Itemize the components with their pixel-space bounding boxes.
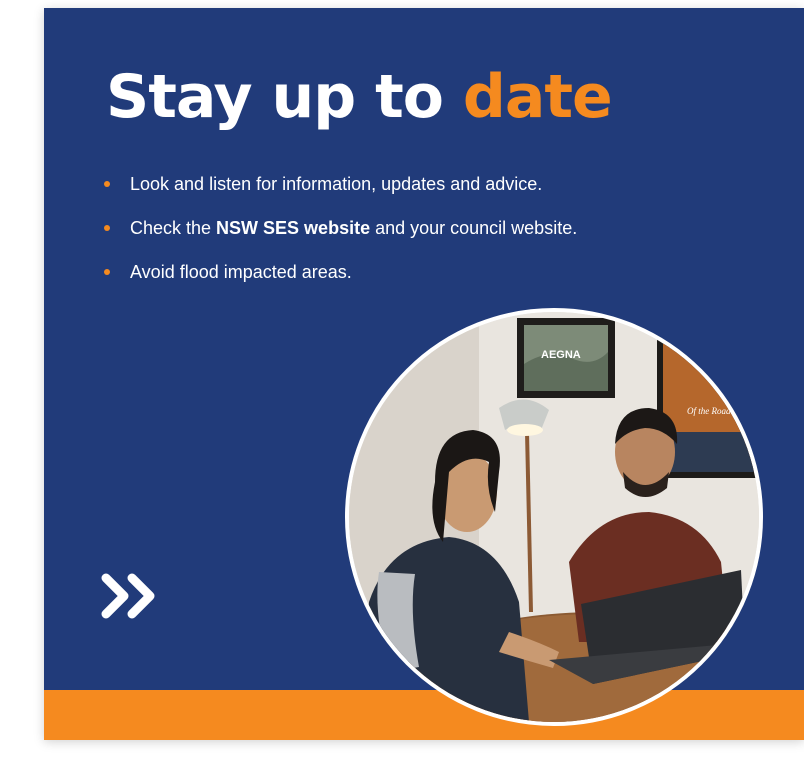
list-item: Look and listen for information, updates… [102,172,577,196]
nsw-ses-website-link[interactable]: NSW SES website [216,218,370,238]
page-title: Stay up to date [106,62,613,132]
advice-list: Look and listen for information, updates… [102,172,577,304]
title-accent: date [462,62,613,132]
photo-two-men-laptop: AEGNA Of the Road [345,308,763,726]
bullet-dot-icon [104,269,110,275]
bottom-accent-bar [44,690,804,740]
list-item-text-pre: Check the [130,218,217,238]
poster2-text: Of the Road [687,406,731,416]
double-chevron-right-icon[interactable] [100,570,162,622]
photo-illustration: AEGNA Of the Road [349,312,759,722]
list-item-text: Look and listen for information, updates… [130,174,543,194]
title-main: Stay up to [106,62,463,132]
flood-info-card: Stay up to date Look and listen for info… [44,8,804,740]
list-item: Check the NSW SES website and your counc… [102,216,577,240]
poster-text: AEGNA [541,349,581,361]
list-item-text: Avoid flood impacted areas. [130,262,352,282]
list-item: Avoid flood impacted areas. [102,260,577,284]
bullet-dot-icon [104,181,110,187]
list-item-text-post: and your council website. [370,218,578,238]
bullet-dot-icon [104,225,110,231]
